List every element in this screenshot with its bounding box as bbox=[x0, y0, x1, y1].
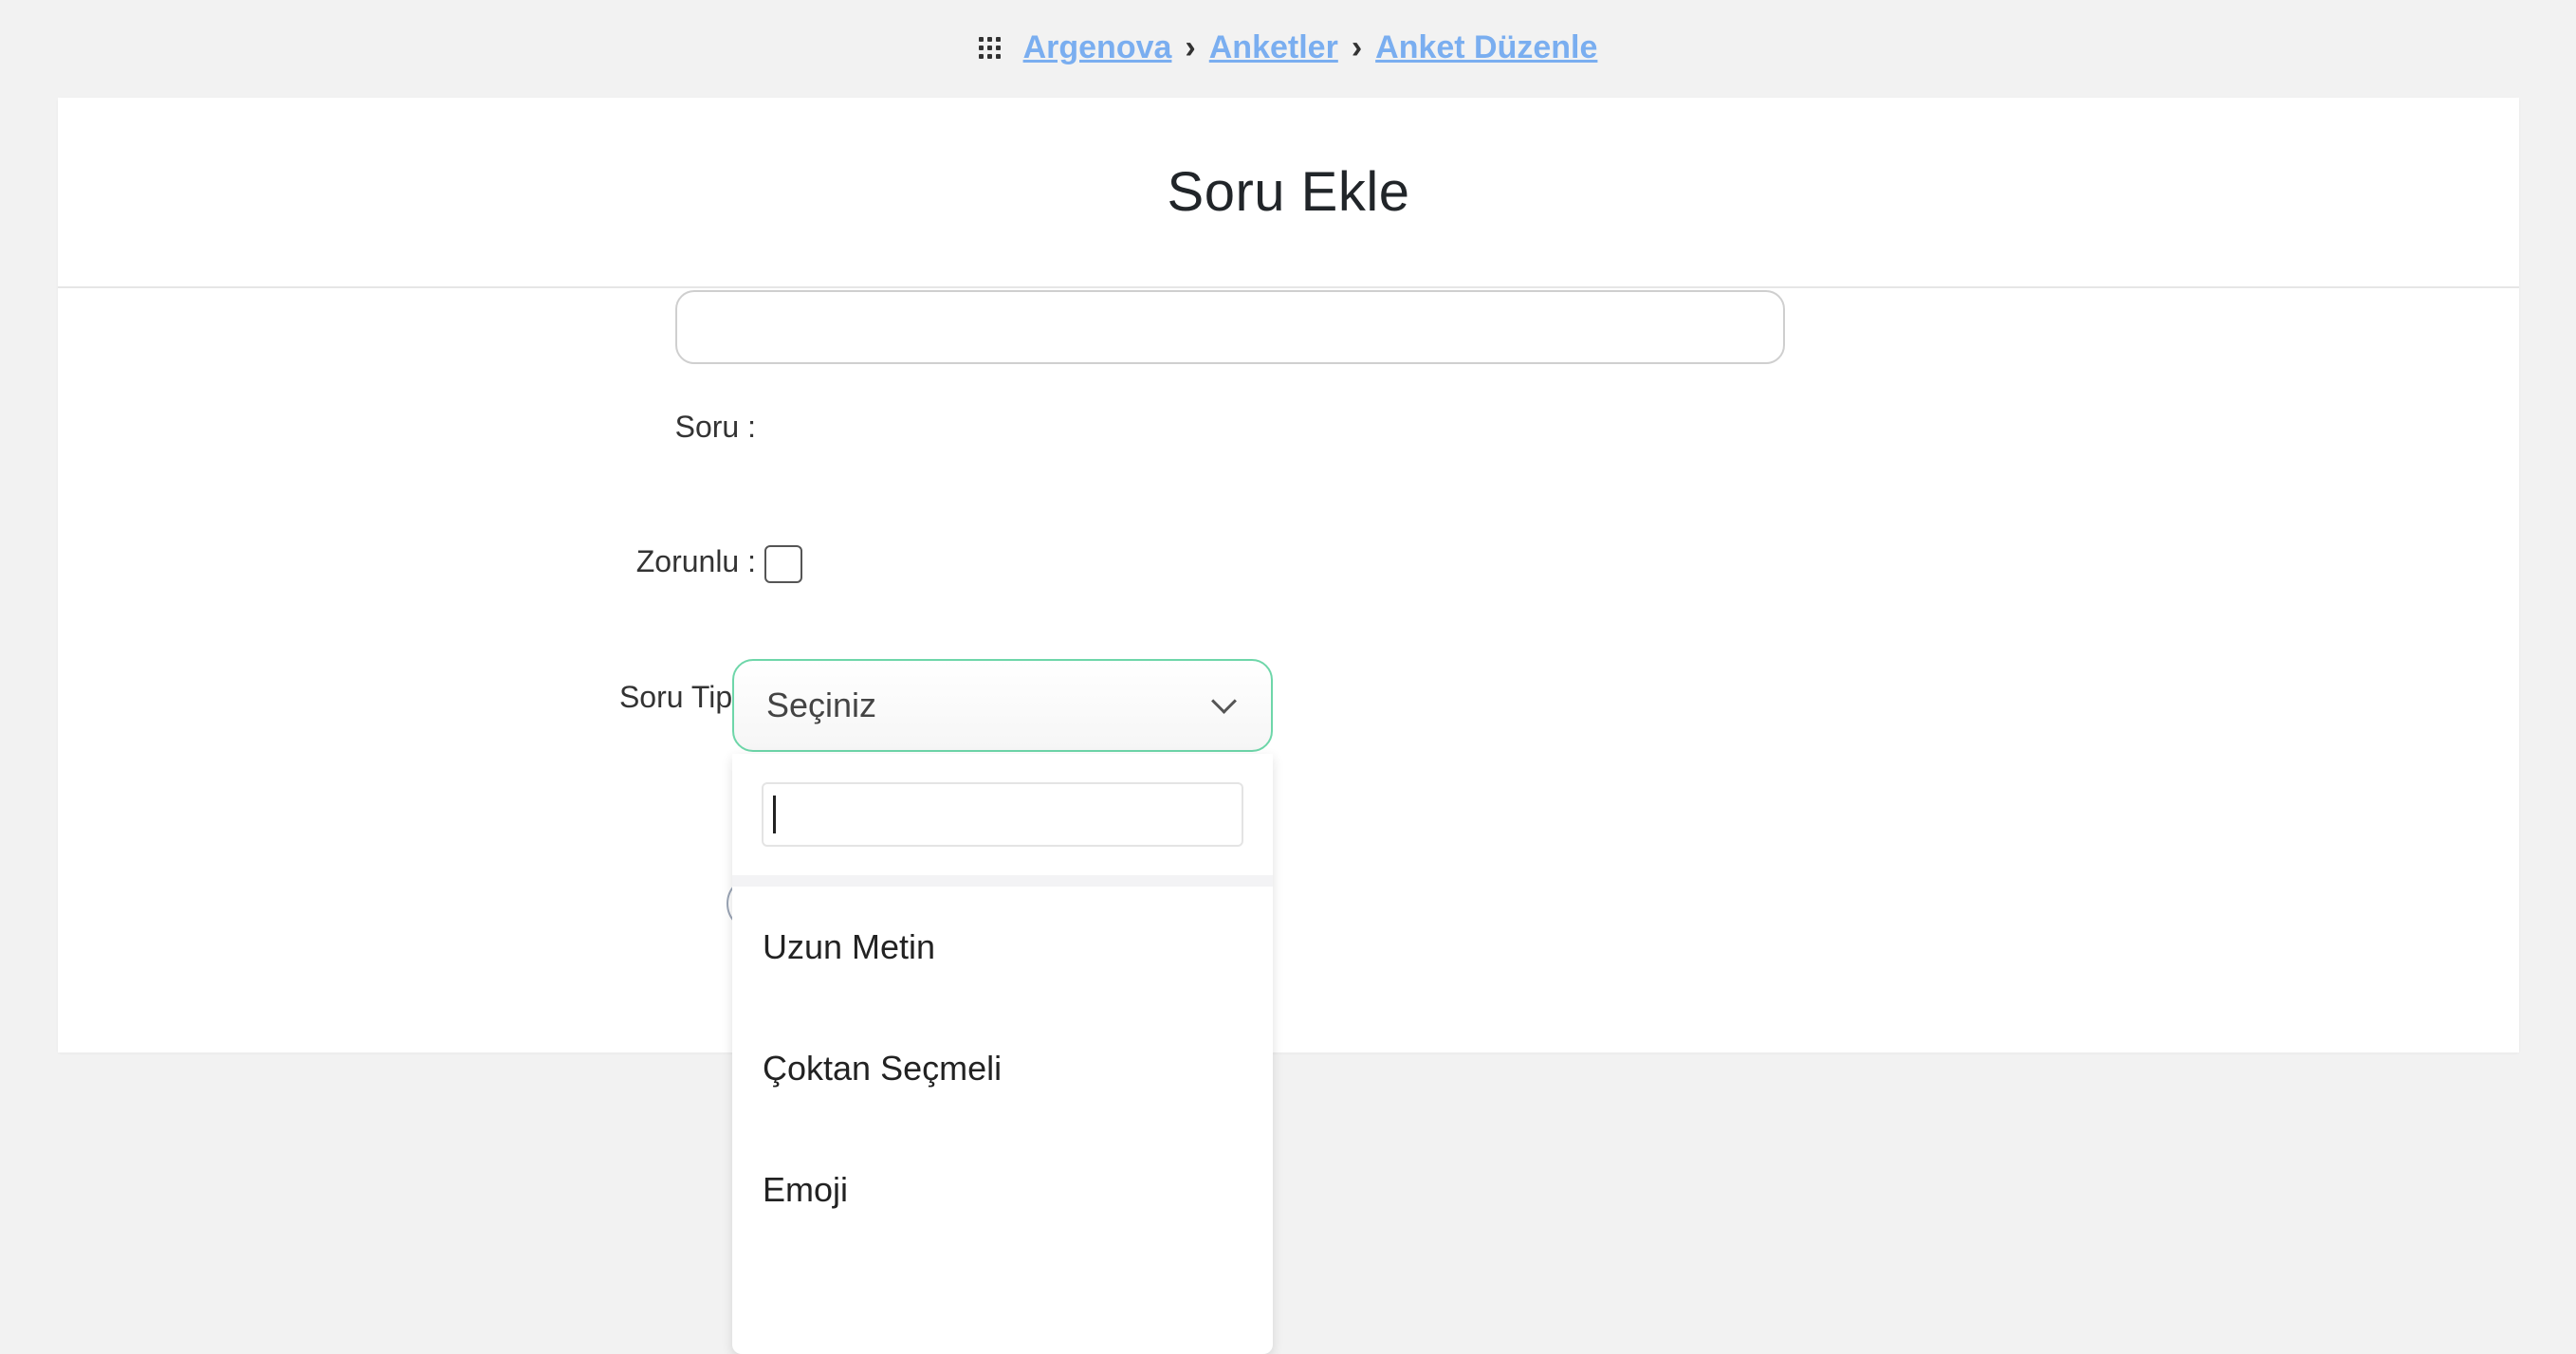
soru-label: Soru : bbox=[674, 410, 756, 444]
dropdown-option-emoji[interactable]: Emoji bbox=[732, 1129, 1273, 1251]
zorunlu-label: Zorunlu : bbox=[635, 544, 756, 578]
soru-tipi-dropdown: Uzun Metin Çoktan Seçmeli Emoji bbox=[732, 754, 1273, 1354]
dropdown-search-wrapper bbox=[732, 754, 1273, 887]
breadcrumb-link-argenova[interactable]: Argenova bbox=[1023, 29, 1172, 66]
soru-tipi-select[interactable]: Seçiniz bbox=[732, 659, 1273, 752]
breadcrumb: Argenova › Anketler › Anket Düzenle bbox=[0, 21, 2576, 74]
breadcrumb-link-anketler[interactable]: Anketler bbox=[1209, 29, 1338, 66]
apps-grid-icon[interactable] bbox=[978, 36, 1001, 59]
dropdown-search-input[interactable] bbox=[762, 782, 1243, 847]
breadcrumb-separator: › bbox=[1351, 28, 1363, 65]
breadcrumb-link-anket-duzenle[interactable]: Anket Düzenle bbox=[1375, 29, 1597, 66]
soru-input[interactable] bbox=[675, 290, 1785, 364]
select-value: Seçiniz bbox=[766, 686, 877, 724]
dropdown-option-coktan-secmeli[interactable]: Çoktan Seçmeli bbox=[732, 1008, 1273, 1129]
chevron-down-icon bbox=[1211, 687, 1237, 714]
dropdown-option-uzun-metin[interactable]: Uzun Metin bbox=[732, 887, 1273, 1008]
page-title: Soru Ekle bbox=[1167, 161, 1410, 223]
zorunlu-checkbox[interactable] bbox=[764, 545, 802, 583]
add-question-card: Soru Ekle bbox=[58, 98, 2519, 1052]
card-header: Soru Ekle bbox=[58, 98, 2519, 288]
text-caret bbox=[773, 796, 776, 833]
breadcrumb-separator: › bbox=[1185, 28, 1196, 65]
